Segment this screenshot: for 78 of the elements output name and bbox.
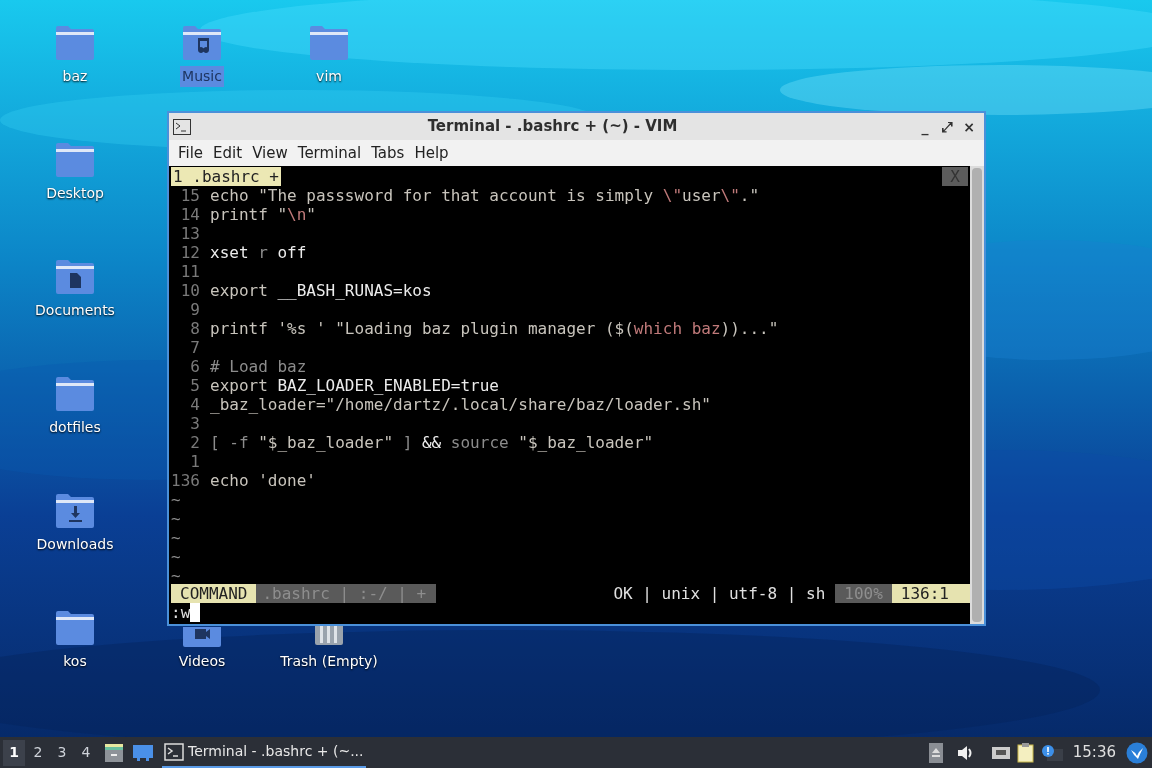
empty-line-marker: ~ xyxy=(171,509,181,528)
folder-icon xyxy=(54,375,96,413)
line-number: 4 xyxy=(189,395,201,414)
code-line: printf '%s ' "Loading baz plugin manager ($(which baz))..." xyxy=(210,319,779,338)
text-cursor xyxy=(190,603,201,622)
line-number: 5 xyxy=(189,376,201,395)
window-title: Terminal - .bashrc + (~) - VIM xyxy=(426,116,679,138)
empty-line-marker: ~ xyxy=(171,566,181,585)
line-number: 15 xyxy=(179,186,201,205)
clock[interactable]: 15:36 xyxy=(1072,741,1116,764)
scrollbar[interactable] xyxy=(970,166,984,624)
line-number: 136 xyxy=(171,471,201,490)
icon-label[interactable]: kos xyxy=(61,651,89,672)
empty-line-marker: ~ xyxy=(171,547,181,566)
line-number: 6 xyxy=(189,357,201,376)
icon-label[interactable]: dotfiles xyxy=(47,417,103,438)
terminal-icon xyxy=(173,118,191,135)
documents-folder-icon xyxy=(54,258,96,296)
workspace-button[interactable]: 1 xyxy=(3,739,25,766)
menu-item[interactable]: Terminal xyxy=(292,141,367,165)
downloads-folder-icon xyxy=(54,492,96,530)
network-icon[interactable] xyxy=(990,744,1011,761)
menu-item[interactable]: View xyxy=(247,141,293,165)
line-number: 14 xyxy=(179,205,201,224)
line-number: 13 xyxy=(179,224,201,243)
code-line: echo "The passsword for that account is simply \"user\"." xyxy=(210,186,760,205)
menu-item[interactable]: Help xyxy=(409,141,454,165)
line-number: 9 xyxy=(189,300,201,319)
command-line[interactable]: :w xyxy=(171,603,191,622)
code-line: # Load baz xyxy=(210,357,307,376)
menu-item[interactable]: Tabs xyxy=(366,141,410,165)
workspace-button[interactable]: 2 xyxy=(27,739,49,766)
code-line: xset r off xyxy=(210,243,307,262)
icon-label[interactable]: Downloads xyxy=(34,534,116,555)
file-cabinet-icon[interactable] xyxy=(104,742,124,763)
line-number: 2 xyxy=(189,433,201,452)
code-line: _baz_loader="/home/dartz/.local/share/baz/loader.sh" xyxy=(210,395,711,414)
music-folder-icon xyxy=(181,24,223,62)
mode-indicator: COMMAND xyxy=(171,584,257,603)
desktop-icon[interactable] xyxy=(132,743,154,762)
close-button[interactable]: × xyxy=(958,119,980,134)
icon-label[interactable]: Documents xyxy=(33,300,117,321)
notification-icon[interactable] xyxy=(1040,743,1063,762)
line-number: 8 xyxy=(189,319,201,338)
line-number: 3 xyxy=(189,414,201,433)
icon-label[interactable]: Trash (Empty) xyxy=(278,651,380,672)
file-info: OK | unix | utf-8 | sh xyxy=(613,584,827,603)
folder-icon xyxy=(54,141,96,179)
line-number: 10 xyxy=(179,281,201,300)
menu-item[interactable]: Edit xyxy=(208,141,248,165)
terminal-icon xyxy=(164,742,184,761)
cursor-position: 136:1 xyxy=(891,584,970,603)
line-number: 1 xyxy=(189,452,201,471)
code-line: export BAZ_LOADER_ENABLED=true xyxy=(210,376,499,395)
workspace-button[interactable]: 4 xyxy=(75,739,97,766)
folder-icon xyxy=(54,24,96,62)
code-line: [ -f "$_baz_loader" ] && source "$_baz_loader" xyxy=(210,433,654,452)
notes-icon[interactable] xyxy=(1016,742,1035,763)
code-line: printf "\n" xyxy=(210,205,316,224)
folder-icon xyxy=(308,24,350,62)
eject-icon[interactable] xyxy=(928,742,943,763)
folder-icon xyxy=(54,609,96,647)
taskbar-task[interactable]: Terminal - .bashrc + (~... xyxy=(162,737,366,768)
buffer-tab[interactable]: 1 .bashrc + xyxy=(171,167,281,186)
code-line: export __BASH_RUNAS=kos xyxy=(210,281,432,300)
empty-line-marker: ~ xyxy=(171,490,181,509)
workspace-button[interactable]: 3 xyxy=(51,739,73,766)
maximize-button[interactable]: ⤢ xyxy=(936,119,958,134)
line-number: 11 xyxy=(179,262,201,281)
videos-folder-icon xyxy=(181,627,223,647)
empty-line-marker: ~ xyxy=(171,528,181,547)
line-number: 7 xyxy=(189,338,201,357)
code-line: echo 'done' xyxy=(210,471,316,490)
icon-label[interactable]: Music xyxy=(180,66,224,87)
icon-label[interactable]: Videos xyxy=(176,651,228,672)
minimize-button[interactable]: _ xyxy=(914,119,936,134)
line-number: 12 xyxy=(179,243,201,262)
menu-item[interactable]: File xyxy=(173,141,209,165)
